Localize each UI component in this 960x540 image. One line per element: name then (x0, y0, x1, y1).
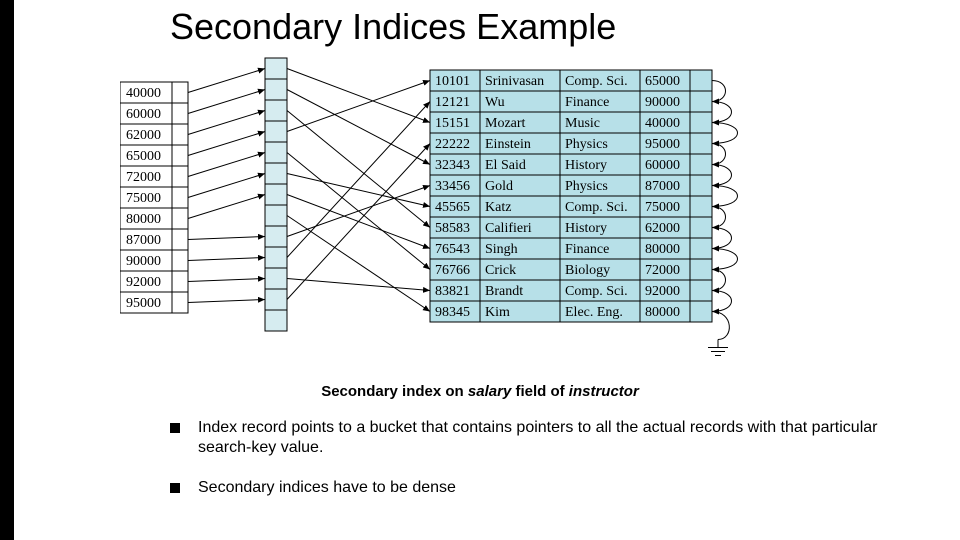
svg-text:Comp. Sci.: Comp. Sci. (565, 200, 628, 215)
svg-text:Crick: Crick (485, 263, 516, 278)
bullet-list: Index record points to a bucket that con… (170, 418, 890, 518)
svg-text:Biology: Biology (565, 263, 610, 278)
svg-text:62000: 62000 (126, 128, 161, 143)
svg-text:22222: 22222 (435, 137, 470, 152)
svg-text:80000: 80000 (126, 212, 161, 227)
svg-text:95000: 95000 (126, 296, 161, 311)
secondary-index-diagram: 40000 60000 62000 65000 72000 75000 80000 87000… (120, 52, 840, 382)
svg-text:95000: 95000 (645, 137, 680, 152)
svg-text:58583: 58583 (435, 221, 470, 236)
svg-text:65000: 65000 (645, 74, 680, 89)
svg-text:Physics: Physics (565, 137, 608, 152)
svg-text:10101: 10101 (435, 74, 470, 89)
svg-text:History: History (565, 158, 607, 173)
svg-text:62000: 62000 (645, 221, 680, 236)
svg-text:75000: 75000 (126, 191, 161, 206)
bullet-1: Index record points to a bucket that con… (198, 418, 890, 458)
svg-text:15151: 15151 (435, 116, 470, 131)
svg-text:El Said: El Said (485, 158, 526, 173)
svg-text:60000: 60000 (645, 158, 680, 173)
svg-text:Califieri: Califieri (485, 221, 532, 236)
svg-text:72000: 72000 (645, 263, 680, 278)
svg-text:Brandt: Brandt (485, 284, 523, 299)
svg-text:90000: 90000 (126, 254, 161, 269)
svg-text:Physics: Physics (565, 179, 608, 194)
svg-text:98345: 98345 (435, 305, 470, 320)
svg-text:12121: 12121 (435, 95, 470, 110)
svg-text:Katz: Katz (485, 200, 511, 215)
svg-text:32343: 32343 (435, 158, 470, 173)
bullet-2: Secondary indices have to be dense (198, 478, 890, 498)
svg-text:Finance: Finance (565, 242, 609, 257)
svg-text:75000: 75000 (645, 200, 680, 215)
svg-text:40000: 40000 (645, 116, 680, 131)
svg-text:76543: 76543 (435, 242, 470, 257)
svg-text:87000: 87000 (645, 179, 680, 194)
svg-text:History: History (565, 221, 607, 236)
svg-text:Mozart: Mozart (485, 116, 526, 131)
svg-text:Srinivasan: Srinivasan (485, 74, 544, 89)
svg-text:92000: 92000 (645, 284, 680, 299)
svg-text:76766: 76766 (435, 263, 470, 278)
svg-text:72000: 72000 (126, 170, 161, 185)
svg-text:Einstein: Einstein (485, 137, 531, 152)
svg-text:90000: 90000 (645, 95, 680, 110)
svg-text:Kim: Kim (485, 305, 510, 320)
svg-text:83821: 83821 (435, 284, 470, 299)
svg-text:60000: 60000 (126, 107, 161, 122)
svg-text:87000: 87000 (126, 233, 161, 248)
svg-text:Elec. Eng.: Elec. Eng. (565, 305, 623, 320)
svg-text:Comp. Sci.: Comp. Sci. (565, 74, 628, 89)
svg-text:Music: Music (565, 116, 600, 131)
diagram-caption: Secondary index on salary field of instr… (0, 383, 960, 400)
svg-text:45565: 45565 (435, 200, 470, 215)
svg-text:80000: 80000 (645, 242, 680, 257)
svg-text:Finance: Finance (565, 95, 609, 110)
svg-text:40000: 40000 (126, 86, 161, 101)
svg-text:Wu: Wu (485, 95, 505, 110)
svg-text:Singh: Singh (485, 242, 518, 257)
svg-text:92000: 92000 (126, 275, 161, 290)
svg-text:33456: 33456 (435, 179, 470, 194)
svg-text:Gold: Gold (485, 179, 513, 194)
slide-title: Secondary Indices Example (170, 6, 616, 48)
svg-text:65000: 65000 (126, 149, 161, 164)
svg-text:80000: 80000 (645, 305, 680, 320)
svg-text:Comp. Sci.: Comp. Sci. (565, 284, 628, 299)
